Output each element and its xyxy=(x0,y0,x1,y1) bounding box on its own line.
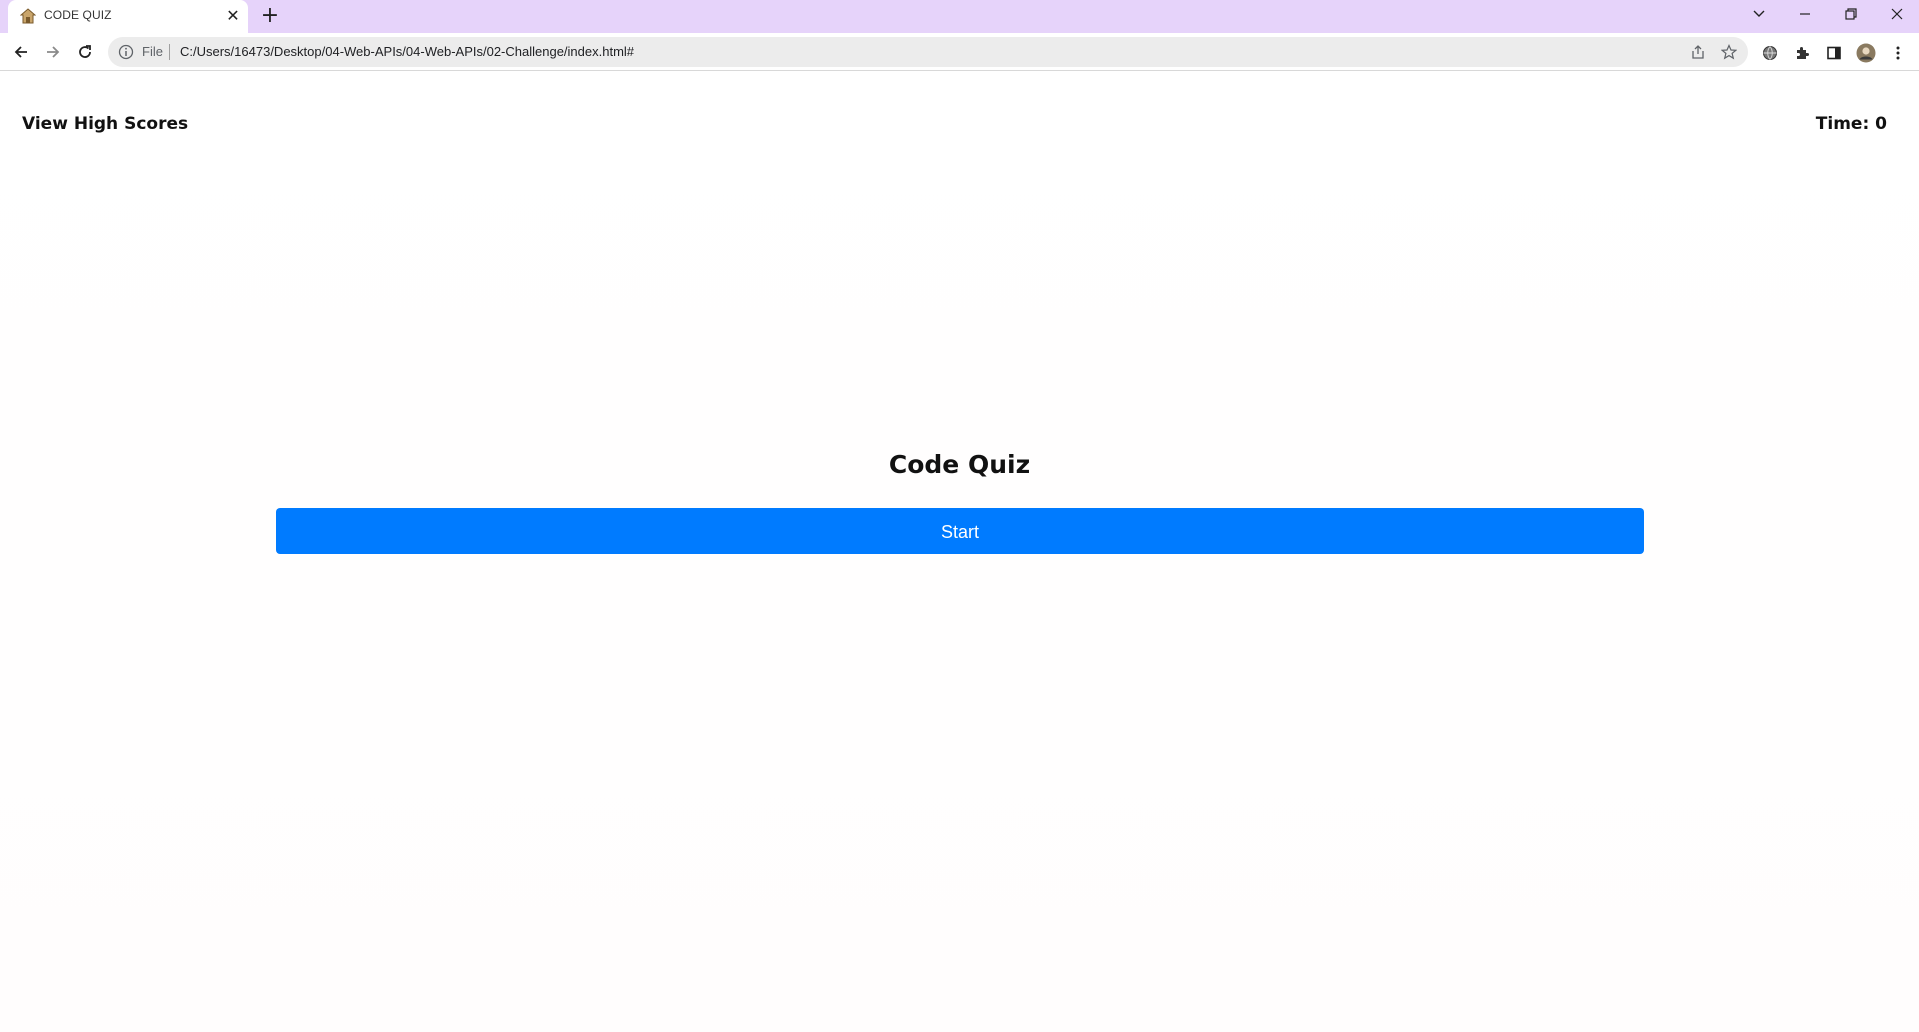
minimize-icon[interactable] xyxy=(1782,0,1828,28)
reload-icon[interactable] xyxy=(72,39,98,65)
browser-tab-strip: CODE QUIZ ✕ + xyxy=(0,0,1919,33)
timer-display: Time: 0 xyxy=(1815,114,1887,134)
info-icon[interactable] xyxy=(118,44,134,60)
start-button[interactable]: Start xyxy=(276,508,1644,554)
omnibox-divider xyxy=(169,44,170,60)
share-icon[interactable] xyxy=(1689,43,1707,61)
house-icon xyxy=(19,8,37,24)
browser-tab[interactable]: CODE QUIZ ✕ xyxy=(8,0,248,33)
back-arrow-icon[interactable] xyxy=(8,39,34,65)
quiz-title: Code Quiz xyxy=(888,450,1031,479)
address-bar[interactable]: File C:/Users/16473/Desktop/04-Web-APIs/… xyxy=(108,37,1748,67)
browser-toolbar: File C:/Users/16473/Desktop/04-Web-APIs/… xyxy=(0,33,1919,71)
view-high-scores-link[interactable]: View High Scores xyxy=(22,114,188,134)
bookmark-star-icon[interactable] xyxy=(1720,43,1738,61)
url-text[interactable]: C:/Users/16473/Desktop/04-Web-APIs/04-We… xyxy=(180,44,634,59)
kebab-menu-icon[interactable] xyxy=(1887,42,1909,64)
url-scheme-label: File xyxy=(142,44,163,59)
side-panel-icon[interactable] xyxy=(1823,42,1845,64)
close-tab-icon[interactable]: ✕ xyxy=(224,7,242,25)
forward-arrow-icon[interactable] xyxy=(40,39,66,65)
extension-globe-icon[interactable] xyxy=(1759,42,1781,64)
page-content: View High Scores Time: 0 Code Quiz Start xyxy=(0,72,1919,1032)
extensions-puzzle-icon[interactable] xyxy=(1791,42,1813,64)
restore-icon[interactable] xyxy=(1828,0,1874,28)
tab-title: CODE QUIZ xyxy=(44,8,112,22)
close-window-icon[interactable] xyxy=(1874,0,1919,28)
profile-avatar[interactable] xyxy=(1855,42,1877,64)
new-tab-button[interactable]: + xyxy=(258,5,282,29)
quiz-header: View High Scores Time: 0 xyxy=(0,72,1919,172)
tab-search-icon[interactable] xyxy=(1736,0,1782,28)
